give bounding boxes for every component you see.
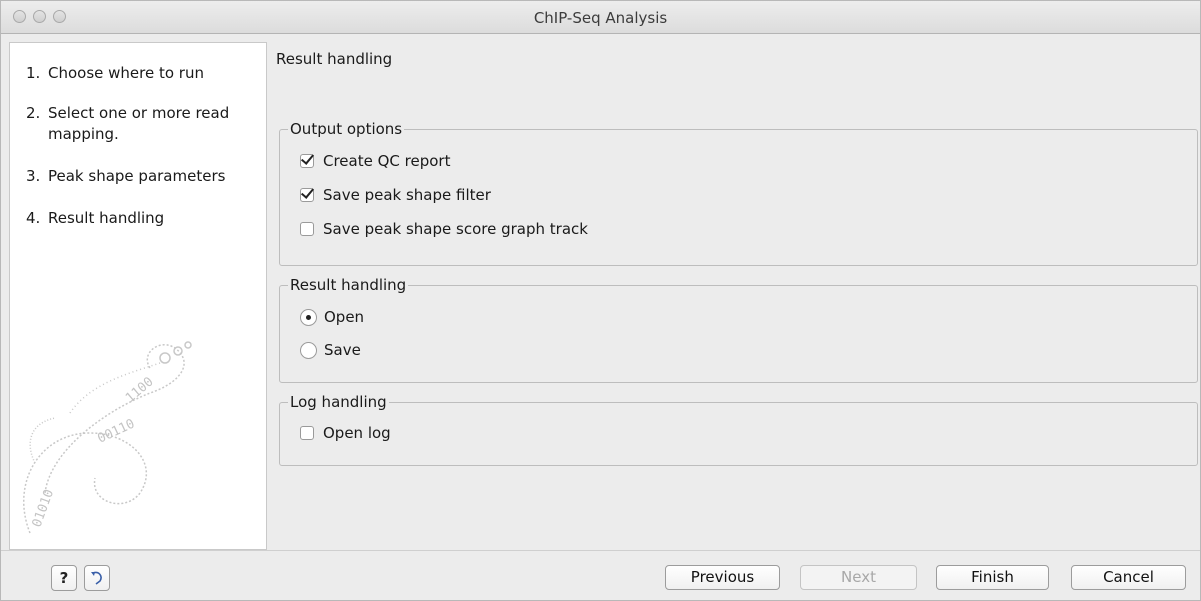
save-peak-shape-filter-checkbox[interactable] [300, 188, 314, 202]
step-label: Choose where to run [48, 64, 204, 82]
previous-button[interactable]: Previous [665, 565, 780, 590]
decorative-swirl-logo: 00110 1100 01010 [23, 341, 192, 534]
svg-text:00110: 00110 [95, 416, 137, 446]
save-peak-shape-score-graph-checkbox[interactable] [300, 222, 314, 236]
save-result-option[interactable]: Save [300, 340, 361, 360]
log-handling-label: Log handling [288, 392, 389, 412]
save-peak-shape-score-graph-option[interactable]: Save peak shape score graph track [300, 219, 588, 239]
step-choose-where-to-run: 1. Choose where to run [26, 63, 204, 84]
output-options-label: Output options [288, 119, 405, 139]
button-bar: ? Previous Next Finish Cancel [1, 550, 1200, 600]
svg-text:01010: 01010 [30, 487, 57, 529]
save-peak-shape-score-graph-label: Save peak shape score graph track [323, 220, 588, 238]
create-qc-report-label: Create QC report [323, 152, 451, 170]
reset-button[interactable] [84, 565, 110, 591]
step-number: 2. [26, 104, 41, 122]
step-label: Select one or more read mapping. [48, 104, 230, 143]
title-bar: ChIP-Seq Analysis [1, 1, 1200, 34]
result-handling-label: Result handling [288, 275, 409, 295]
save-peak-shape-filter-label: Save peak shape filter [323, 186, 491, 204]
step-number: 3. [26, 167, 41, 185]
reset-icon [91, 571, 102, 585]
step-select-read-mapping: 2. Select one or more read mapping. [26, 103, 248, 145]
create-qc-report-option[interactable]: Create QC report [300, 151, 450, 171]
step-label: Result handling [48, 209, 165, 227]
save-label: Save [324, 341, 361, 359]
wizard-steps-panel: 1. Choose where to run 2. Select one or mo… [9, 42, 267, 550]
finish-button[interactable]: Finish [936, 565, 1049, 590]
output-options-group: Output options Create QC report Save pea… [279, 119, 1198, 266]
open-label: Open [324, 308, 365, 326]
result-handling-group: Result handling Open Save [279, 275, 1198, 383]
cancel-button[interactable]: Cancel [1071, 565, 1186, 590]
log-handling-group: Log handling Open log [279, 392, 1198, 466]
step-peak-shape-parameters: 3. Peak shape parameters [26, 166, 225, 187]
svg-text:1100: 1100 [123, 374, 157, 406]
step-number: 1. [26, 64, 41, 82]
result-handling-panel: Result handling Output options Create QC… [269, 42, 1198, 550]
help-icon: ? [59, 569, 69, 587]
open-log-checkbox[interactable] [300, 426, 314, 440]
open-result-option[interactable]: Open [300, 307, 364, 327]
open-log-label: Open log [323, 424, 391, 442]
help-button[interactable]: ? [51, 565, 77, 591]
step-result-handling: 4. Result handling [26, 208, 164, 229]
window-title: ChIP-Seq Analysis [533, 9, 668, 27]
section-title: Result handling [276, 50, 393, 68]
step-label: Peak shape parameters [48, 167, 226, 185]
step-number: 4. [26, 209, 41, 227]
next-button[interactable]: Next [800, 565, 917, 590]
create-qc-report-checkbox[interactable] [300, 154, 314, 168]
open-radio[interactable] [300, 308, 317, 326]
chip-seq-dialog: ChIP-Seq Analysis 1. Choose where to run … [0, 0, 1201, 601]
open-log-option[interactable]: Open log [300, 423, 391, 443]
save-radio[interactable] [300, 341, 317, 359]
save-peak-shape-filter-option[interactable]: Save peak shape filter [300, 185, 491, 205]
